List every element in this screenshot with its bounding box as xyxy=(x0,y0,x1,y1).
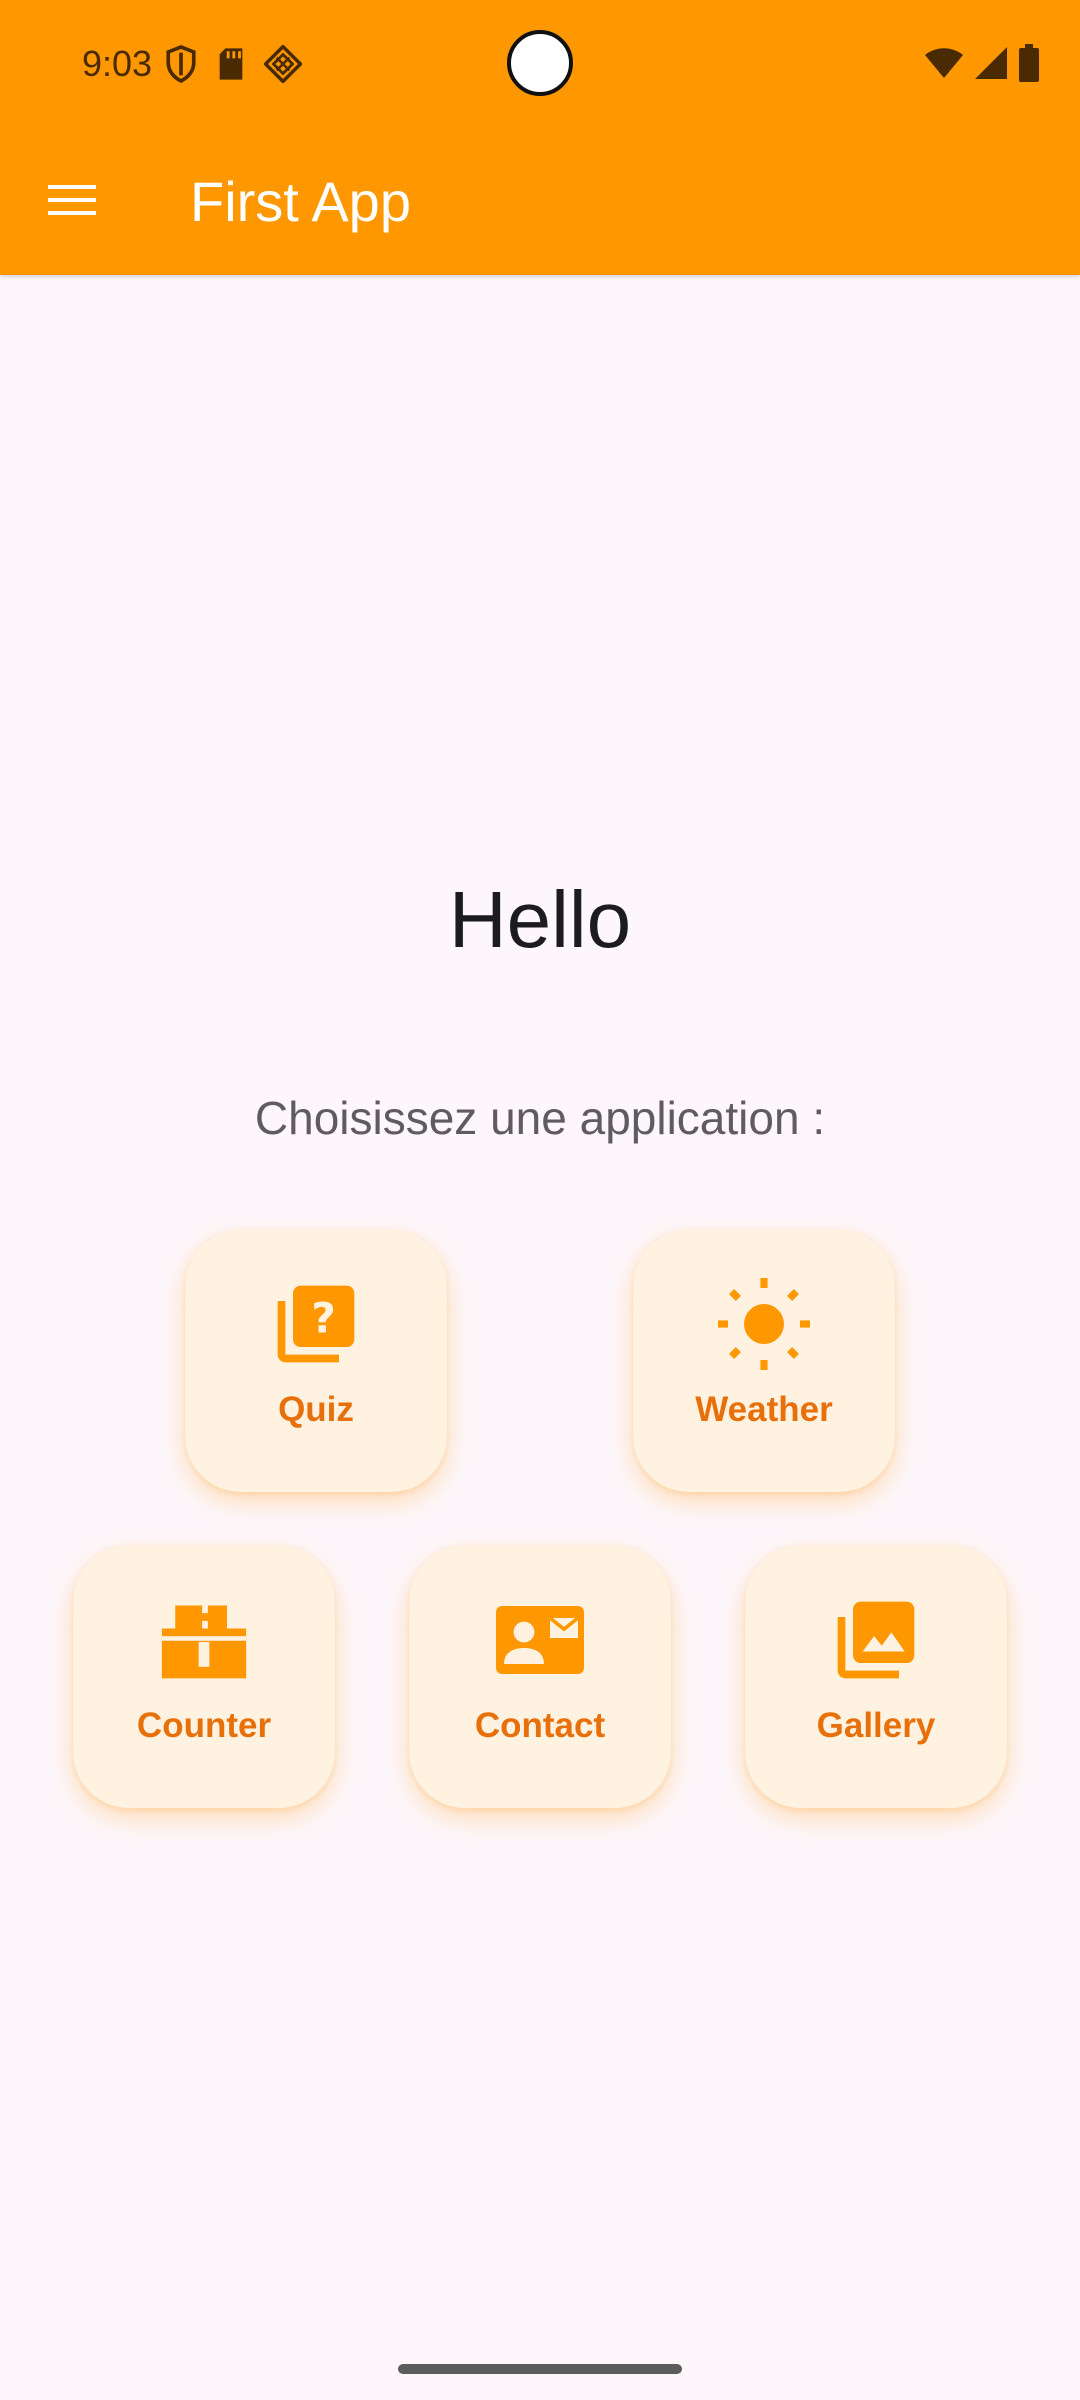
counter-icon xyxy=(156,1592,252,1688)
menu-button[interactable] xyxy=(30,164,114,240)
signal-icon xyxy=(974,46,1008,80)
contact-tile[interactable]: Contact xyxy=(409,1546,671,1808)
counter-tile[interactable]: Counter xyxy=(73,1546,335,1808)
photo-library-icon xyxy=(828,1592,924,1688)
contact-label: Contact xyxy=(474,1706,606,1745)
battery-icon xyxy=(1018,44,1040,82)
shield-icon xyxy=(164,44,198,84)
status-left-icons xyxy=(164,44,302,84)
app-title: First App xyxy=(190,170,411,233)
menu-icon xyxy=(48,182,96,223)
camera-cutout xyxy=(507,30,573,96)
quiz-icon: ? xyxy=(268,1276,364,1372)
greeting-text: Hello xyxy=(448,875,632,964)
status-time: 9:03 xyxy=(82,43,153,84)
data-saver-icon xyxy=(264,45,302,83)
quiz-label: Quiz xyxy=(278,1390,354,1429)
weather-label: Weather xyxy=(695,1390,833,1429)
status-right-icons xyxy=(924,44,1040,82)
sun-icon xyxy=(716,1276,812,1372)
status-bar: 9:03 xyxy=(0,0,1080,128)
wifi-icon xyxy=(924,47,964,79)
gesture-nav-handle[interactable] xyxy=(398,2364,682,2374)
quiz-tile[interactable]: ? Quiz xyxy=(185,1230,447,1492)
app-bar: First App xyxy=(0,128,1080,275)
screen: 9:03 First App Hello Choisissez une appl… xyxy=(0,0,1080,2400)
weather-tile[interactable]: Weather xyxy=(633,1230,895,1492)
svg-text:?: ? xyxy=(311,1293,335,1342)
sd-card-icon xyxy=(216,47,246,81)
gallery-tile[interactable]: Gallery xyxy=(745,1546,1007,1808)
gallery-label: Gallery xyxy=(816,1706,936,1745)
contact-card-icon xyxy=(492,1592,588,1688)
counter-label: Counter xyxy=(136,1706,272,1745)
subtitle-text: Choisissez une application : xyxy=(254,1092,826,1144)
